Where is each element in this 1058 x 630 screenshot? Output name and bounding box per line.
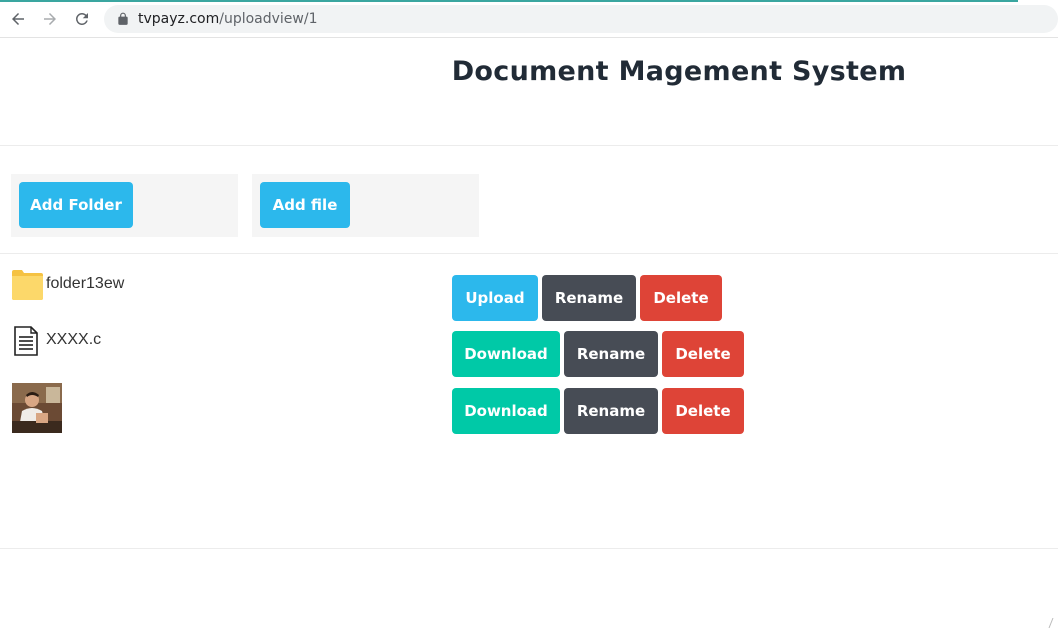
rename-button[interactable]: Rename — [564, 331, 658, 377]
upload-button[interactable]: Upload — [452, 275, 538, 321]
address-bar[interactable]: tvpayz.com/uploadview/1 — [104, 5, 1058, 33]
delete-button[interactable]: Delete — [640, 275, 722, 321]
reload-icon — [75, 12, 88, 25]
page-title: Document Magement System — [300, 56, 1058, 87]
divider — [0, 253, 1058, 254]
add-file-button[interactable]: Add file — [260, 182, 350, 228]
add-folder-panel: Add Folder — [11, 174, 238, 237]
document-icon[interactable] — [12, 326, 40, 356]
arrow-right-icon — [44, 13, 56, 25]
reload-button[interactable] — [71, 8, 93, 30]
lock-icon — [118, 12, 128, 25]
item-name[interactable]: folder13ew — [46, 275, 124, 293]
image-thumbnail[interactable] — [12, 383, 62, 433]
arrow-left-icon — [12, 13, 24, 25]
rename-button[interactable]: Rename — [564, 388, 658, 434]
delete-button[interactable]: Delete — [662, 388, 744, 434]
folder-icon[interactable] — [12, 269, 43, 300]
back-button[interactable] — [7, 8, 29, 30]
url-host: tvpayz.com — [138, 11, 220, 27]
page-loading-indicator — [0, 0, 1018, 2]
url-path: /uploadview/1 — [219, 11, 318, 27]
add-file-panel: Add file — [252, 174, 479, 237]
divider — [0, 145, 1058, 146]
page-title-text: Document Magement System — [451, 56, 907, 87]
divider — [0, 548, 1058, 549]
download-button[interactable]: Download — [452, 331, 560, 377]
download-button[interactable]: Download — [452, 388, 560, 434]
rename-button[interactable]: Rename — [542, 275, 636, 321]
item-name[interactable]: XXXX.c — [46, 331, 101, 349]
photo-thumbnail-icon — [12, 383, 62, 433]
delete-button[interactable]: Delete — [662, 331, 744, 377]
forward-button[interactable] — [39, 8, 61, 30]
url-text[interactable]: tvpayz.com/uploadview/1 — [138, 11, 318, 27]
browser-toolbar: tvpayz.com/uploadview/1 — [0, 0, 1058, 38]
resize-handle-icon[interactable] — [1048, 618, 1054, 628]
add-folder-button[interactable]: Add Folder — [19, 182, 133, 228]
